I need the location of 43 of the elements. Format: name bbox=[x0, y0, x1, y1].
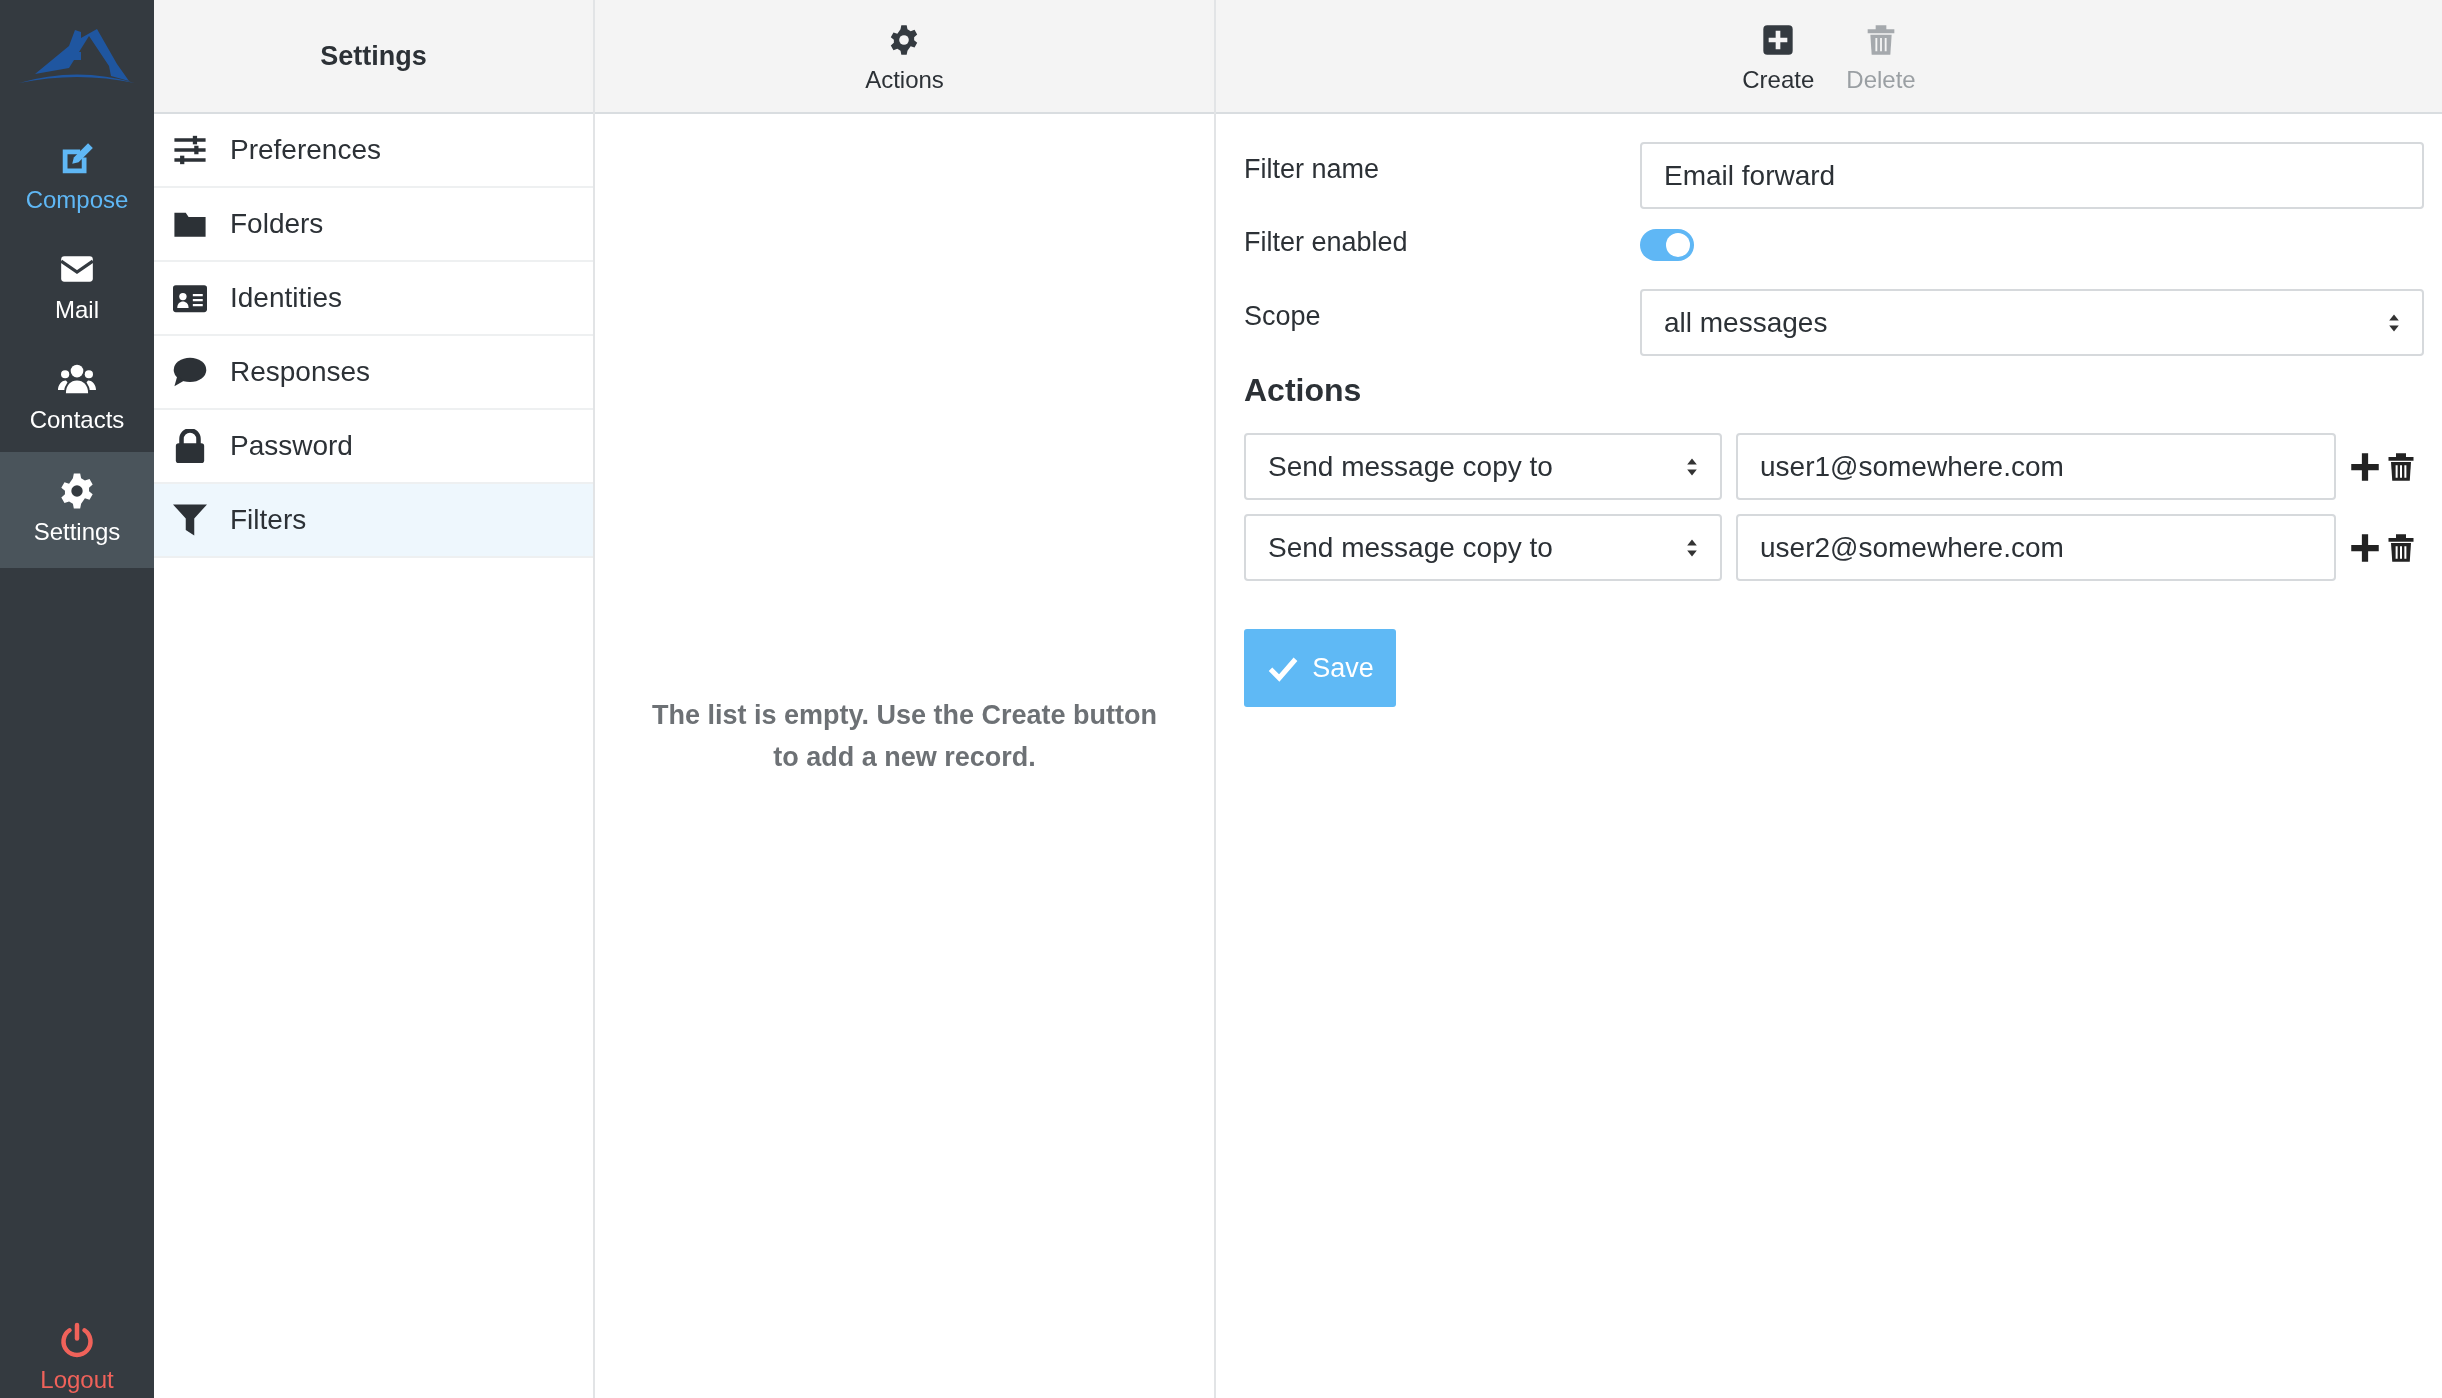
field-label: Filter enabled bbox=[1244, 226, 1409, 258]
trash-icon bbox=[1865, 24, 1897, 56]
settings-menu-item[interactable]: Folders bbox=[154, 188, 593, 262]
trash-icon bbox=[2386, 531, 2416, 564]
scope-select[interactable]: all messages bbox=[1640, 289, 2424, 356]
remove-action-button[interactable] bbox=[2386, 531, 2416, 564]
settings-menu-item[interactable]: Preferences bbox=[154, 114, 593, 188]
remove-action-button[interactable] bbox=[2386, 450, 2416, 483]
sort-caret-icon bbox=[1686, 537, 1698, 558]
action-target-input[interactable]: user1@somewhere.com bbox=[1736, 433, 2336, 500]
speech-bubble-icon bbox=[172, 355, 208, 389]
action-target-input[interactable]: user2@somewhere.com bbox=[1736, 514, 2336, 581]
settings-icon bbox=[58, 472, 96, 510]
sort-caret-icon bbox=[1686, 456, 1698, 477]
empty-list-message: The list is empty. Use the Create button to add a new record. bbox=[650, 699, 1159, 774]
sort-caret-icon bbox=[2388, 312, 2400, 333]
filter-icon bbox=[172, 503, 208, 537]
plus-icon bbox=[2350, 451, 2380, 482]
filter-name-input[interactable]: Email forward bbox=[1640, 142, 2424, 209]
settings-title: Settings bbox=[320, 40, 427, 72]
settings-menu-item[interactable]: Identities bbox=[154, 262, 593, 336]
toolbar-button[interactable]: Create bbox=[1738, 24, 1819, 94]
plus-square-icon bbox=[1762, 24, 1795, 56]
field-label: Scope bbox=[1244, 300, 1322, 332]
logout-link[interactable]: Logout bbox=[0, 1304, 154, 1398]
settings-menu-item[interactable]: Filters bbox=[154, 484, 593, 558]
add-action-button[interactable] bbox=[2350, 451, 2380, 482]
nav-item[interactable]: Mail bbox=[0, 232, 154, 342]
nav-item[interactable]: Contacts bbox=[0, 342, 154, 452]
power-icon bbox=[59, 1322, 95, 1358]
nav-item[interactable]: Compose bbox=[0, 122, 154, 232]
plus-icon bbox=[2350, 532, 2380, 563]
settings-menu-item[interactable]: Responses bbox=[154, 336, 593, 410]
trash-icon bbox=[2386, 450, 2416, 483]
toggle-switch[interactable] bbox=[1640, 229, 1694, 261]
add-action-button[interactable] bbox=[2350, 532, 2380, 563]
actions-heading: Actions bbox=[1244, 372, 1363, 409]
action-type-select[interactable]: Send message copy to bbox=[1244, 514, 1722, 581]
nav-item[interactable]: Settings bbox=[0, 452, 154, 568]
field-label: Filter name bbox=[1244, 153, 1381, 185]
action-type-select[interactable]: Send message copy to bbox=[1244, 433, 1722, 500]
toolbar-button[interactable]: Actions bbox=[861, 24, 948, 94]
sliders-icon bbox=[172, 133, 208, 167]
